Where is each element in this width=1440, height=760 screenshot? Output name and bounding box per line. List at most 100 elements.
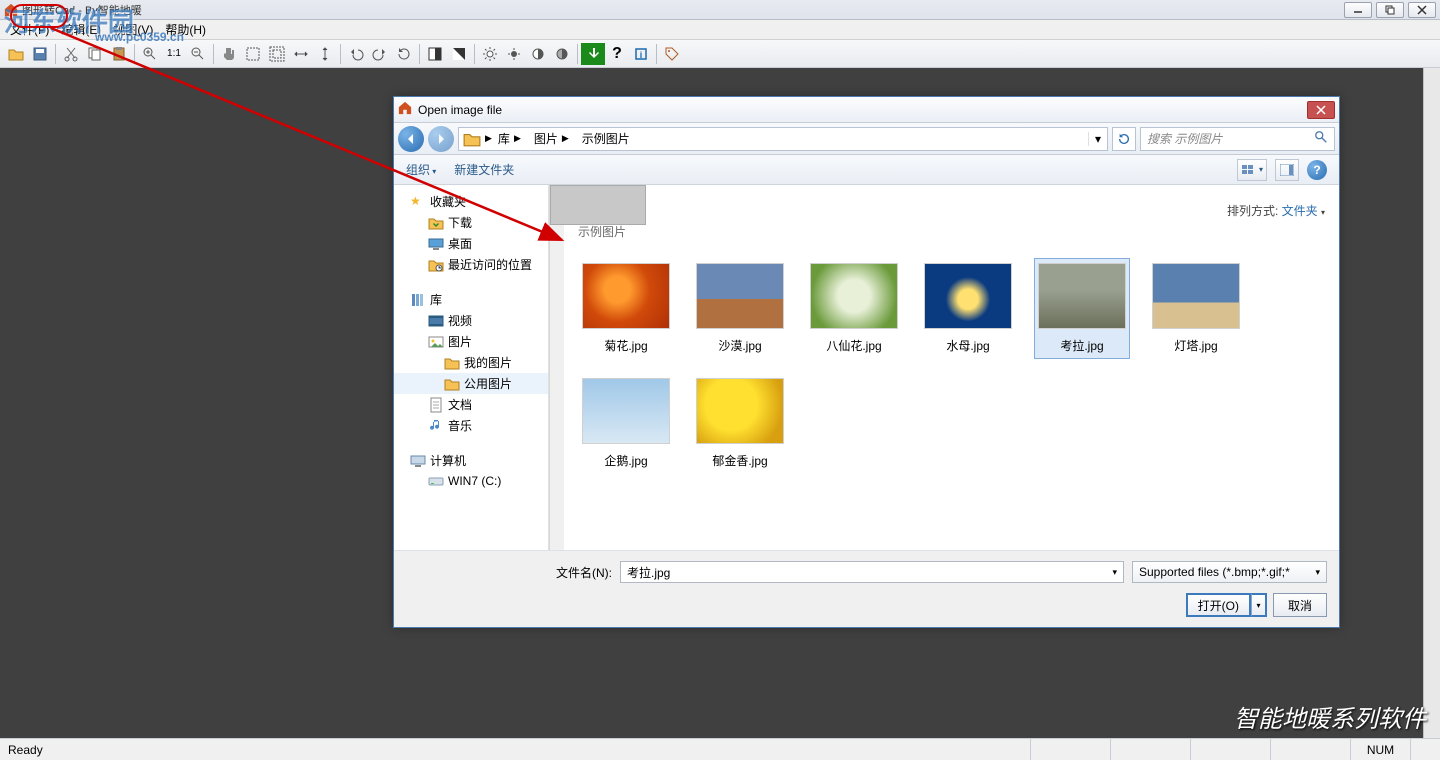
- status-text: Ready: [0, 743, 1030, 757]
- thumbnail-label: 企鹅.jpg: [604, 452, 647, 469]
- file-thumb[interactable]: 考拉.jpg: [1034, 258, 1130, 359]
- library-subtitle: 示例图片: [578, 223, 632, 240]
- view-button[interactable]: ▾: [1237, 159, 1267, 181]
- info-icon[interactable]: i: [629, 43, 653, 65]
- thumbnail-image: [582, 378, 670, 444]
- dialog-body: ★收藏夹 下载 桌面 最近访问的位置 库 视频 图片 我的图片 公用图片 文档 …: [394, 185, 1339, 550]
- zoom-in-icon[interactable]: [138, 43, 162, 65]
- toolbar-newfolder[interactable]: 新建文件夹: [454, 161, 514, 178]
- file-thumb[interactable]: 水母.jpg: [920, 258, 1016, 359]
- sidebar-favorites[interactable]: ★收藏夹: [394, 191, 548, 212]
- contrast1-icon[interactable]: [423, 43, 447, 65]
- thumbnail-image: [810, 263, 898, 329]
- zoom-11-icon[interactable]: 1:1: [162, 43, 186, 65]
- sidebar-downloads[interactable]: 下载: [394, 212, 548, 233]
- file-thumb[interactable]: 灯塔.jpg: [1148, 258, 1244, 359]
- status-panel-4: [1270, 739, 1350, 760]
- sidebar-libraries[interactable]: 库: [394, 289, 548, 310]
- save-icon[interactable]: [28, 43, 52, 65]
- rotate-icon[interactable]: [392, 43, 416, 65]
- sidebar-drive-c[interactable]: WIN7 (C:): [394, 471, 548, 491]
- sidebar-public-pictures[interactable]: 公用图片: [394, 373, 548, 394]
- sidebar: ★收藏夹 下载 桌面 最近访问的位置 库 视频 图片 我的图片 公用图片 文档 …: [394, 185, 549, 550]
- crumb-lib[interactable]: 库 ▶: [492, 130, 528, 147]
- file-thumb[interactable]: 八仙花.jpg: [806, 258, 902, 359]
- breadcrumb[interactable]: ▶ 库 ▶ 图片 ▶ 示例图片 ▾: [458, 127, 1108, 151]
- search-icon: [1314, 130, 1328, 147]
- menu-view[interactable]: 视图(V): [107, 19, 159, 40]
- dialog-close-button[interactable]: [1307, 101, 1335, 119]
- contrast2-icon[interactable]: [447, 43, 471, 65]
- minimize-button[interactable]: [1344, 2, 1372, 18]
- status-panel-2: [1110, 739, 1190, 760]
- filename-input[interactable]: 考拉.jpg ▾: [620, 561, 1124, 583]
- sort-control[interactable]: 排列方式: 文件夹 ▾: [1227, 202, 1325, 219]
- tag-icon[interactable]: [660, 43, 684, 65]
- file-thumb[interactable]: 郁金香.jpg: [692, 373, 788, 474]
- crumb-dropdown-icon[interactable]: ▾: [1088, 132, 1107, 146]
- redo-icon[interactable]: [368, 43, 392, 65]
- sidebar-my-pictures[interactable]: 我的图片: [394, 352, 548, 373]
- dialog-help-button[interactable]: ?: [1307, 160, 1327, 180]
- thumbnail-label: 郁金香.jpg: [712, 452, 767, 469]
- nav-forward-button[interactable]: [428, 126, 454, 152]
- file-thumb[interactable]: 菊花.jpg: [578, 258, 674, 359]
- zoom-out-icon[interactable]: [186, 43, 210, 65]
- preview-pane-button[interactable]: [1275, 159, 1299, 181]
- copy-icon[interactable]: [83, 43, 107, 65]
- sidebar-documents[interactable]: 文档: [394, 394, 548, 415]
- sidebar-desktop[interactable]: 桌面: [394, 233, 548, 254]
- cancel-button[interactable]: 取消: [1273, 593, 1327, 617]
- toolbar-organize[interactable]: 组织: [406, 161, 436, 178]
- filename-label: 文件名(N):: [556, 564, 612, 581]
- sidebar-pictures[interactable]: 图片: [394, 331, 548, 352]
- cut-icon[interactable]: [59, 43, 83, 65]
- thumbnail-label: 考拉.jpg: [1060, 337, 1103, 354]
- download-icon[interactable]: [581, 43, 605, 65]
- file-thumb[interactable]: 企鹅.jpg: [578, 373, 674, 474]
- close-button[interactable]: [1408, 2, 1436, 18]
- thumbnail-image: [582, 263, 670, 329]
- sidebar-music[interactable]: 音乐: [394, 415, 548, 436]
- file-filter[interactable]: Supported files (*.bmp;*.gif;* ▾: [1132, 561, 1327, 583]
- nav-refresh-button[interactable]: [1112, 127, 1136, 151]
- nav-back-button[interactable]: [398, 126, 424, 152]
- breadcrumb-folder-icon: [463, 130, 481, 148]
- file-thumb[interactable]: 沙漠.jpg: [692, 258, 788, 359]
- sidebar-recent[interactable]: 最近访问的位置: [394, 254, 548, 275]
- menu-edit[interactable]: 编辑(E): [55, 19, 107, 40]
- contrast-down-icon[interactable]: [550, 43, 574, 65]
- pan-icon[interactable]: [217, 43, 241, 65]
- dialog-navbar: ▶ 库 ▶ 图片 ▶ 示例图片 ▾ 搜索 示例图片: [394, 123, 1339, 155]
- undo-icon[interactable]: [344, 43, 368, 65]
- maximize-button[interactable]: [1376, 2, 1404, 18]
- crumb-pictures[interactable]: 图片 ▶: [528, 130, 576, 147]
- search-input[interactable]: 搜索 示例图片: [1140, 127, 1335, 151]
- flip-v-icon[interactable]: [313, 43, 337, 65]
- sidebar-scrollbar[interactable]: [549, 185, 564, 550]
- vertical-scrollbar[interactable]: [1423, 68, 1440, 738]
- open-button-dropdown[interactable]: ▾: [1251, 593, 1267, 617]
- filename-dropdown-icon[interactable]: ▾: [1112, 567, 1117, 578]
- status-resize-grip: [1410, 739, 1440, 760]
- help-icon[interactable]: ?: [605, 43, 629, 65]
- dialog-titlebar[interactable]: Open image file: [394, 97, 1339, 123]
- select-rect-icon[interactable]: [241, 43, 265, 65]
- flip-h-icon[interactable]: [289, 43, 313, 65]
- contrast-up-icon[interactable]: [526, 43, 550, 65]
- select-all-icon[interactable]: [265, 43, 289, 65]
- bright-up-icon[interactable]: [478, 43, 502, 65]
- paste-icon[interactable]: [107, 43, 131, 65]
- menu-file[interactable]: 文件(F): [4, 19, 55, 40]
- sidebar-videos[interactable]: 视频: [394, 310, 548, 331]
- sidebar-computer[interactable]: 计算机: [394, 450, 548, 471]
- open-button[interactable]: 打开(O): [1186, 593, 1251, 617]
- menu-help[interactable]: 帮助(H): [159, 19, 212, 40]
- toolbar: 1:1 ? i: [0, 40, 1440, 68]
- open-icon[interactable]: [4, 43, 28, 65]
- svg-text:i: i: [640, 50, 643, 60]
- filter-dropdown-icon[interactable]: ▾: [1315, 567, 1320, 578]
- bright-down-icon[interactable]: [502, 43, 526, 65]
- crumb-sample[interactable]: 示例图片: [576, 130, 637, 147]
- search-placeholder: 搜索 示例图片: [1147, 130, 1222, 147]
